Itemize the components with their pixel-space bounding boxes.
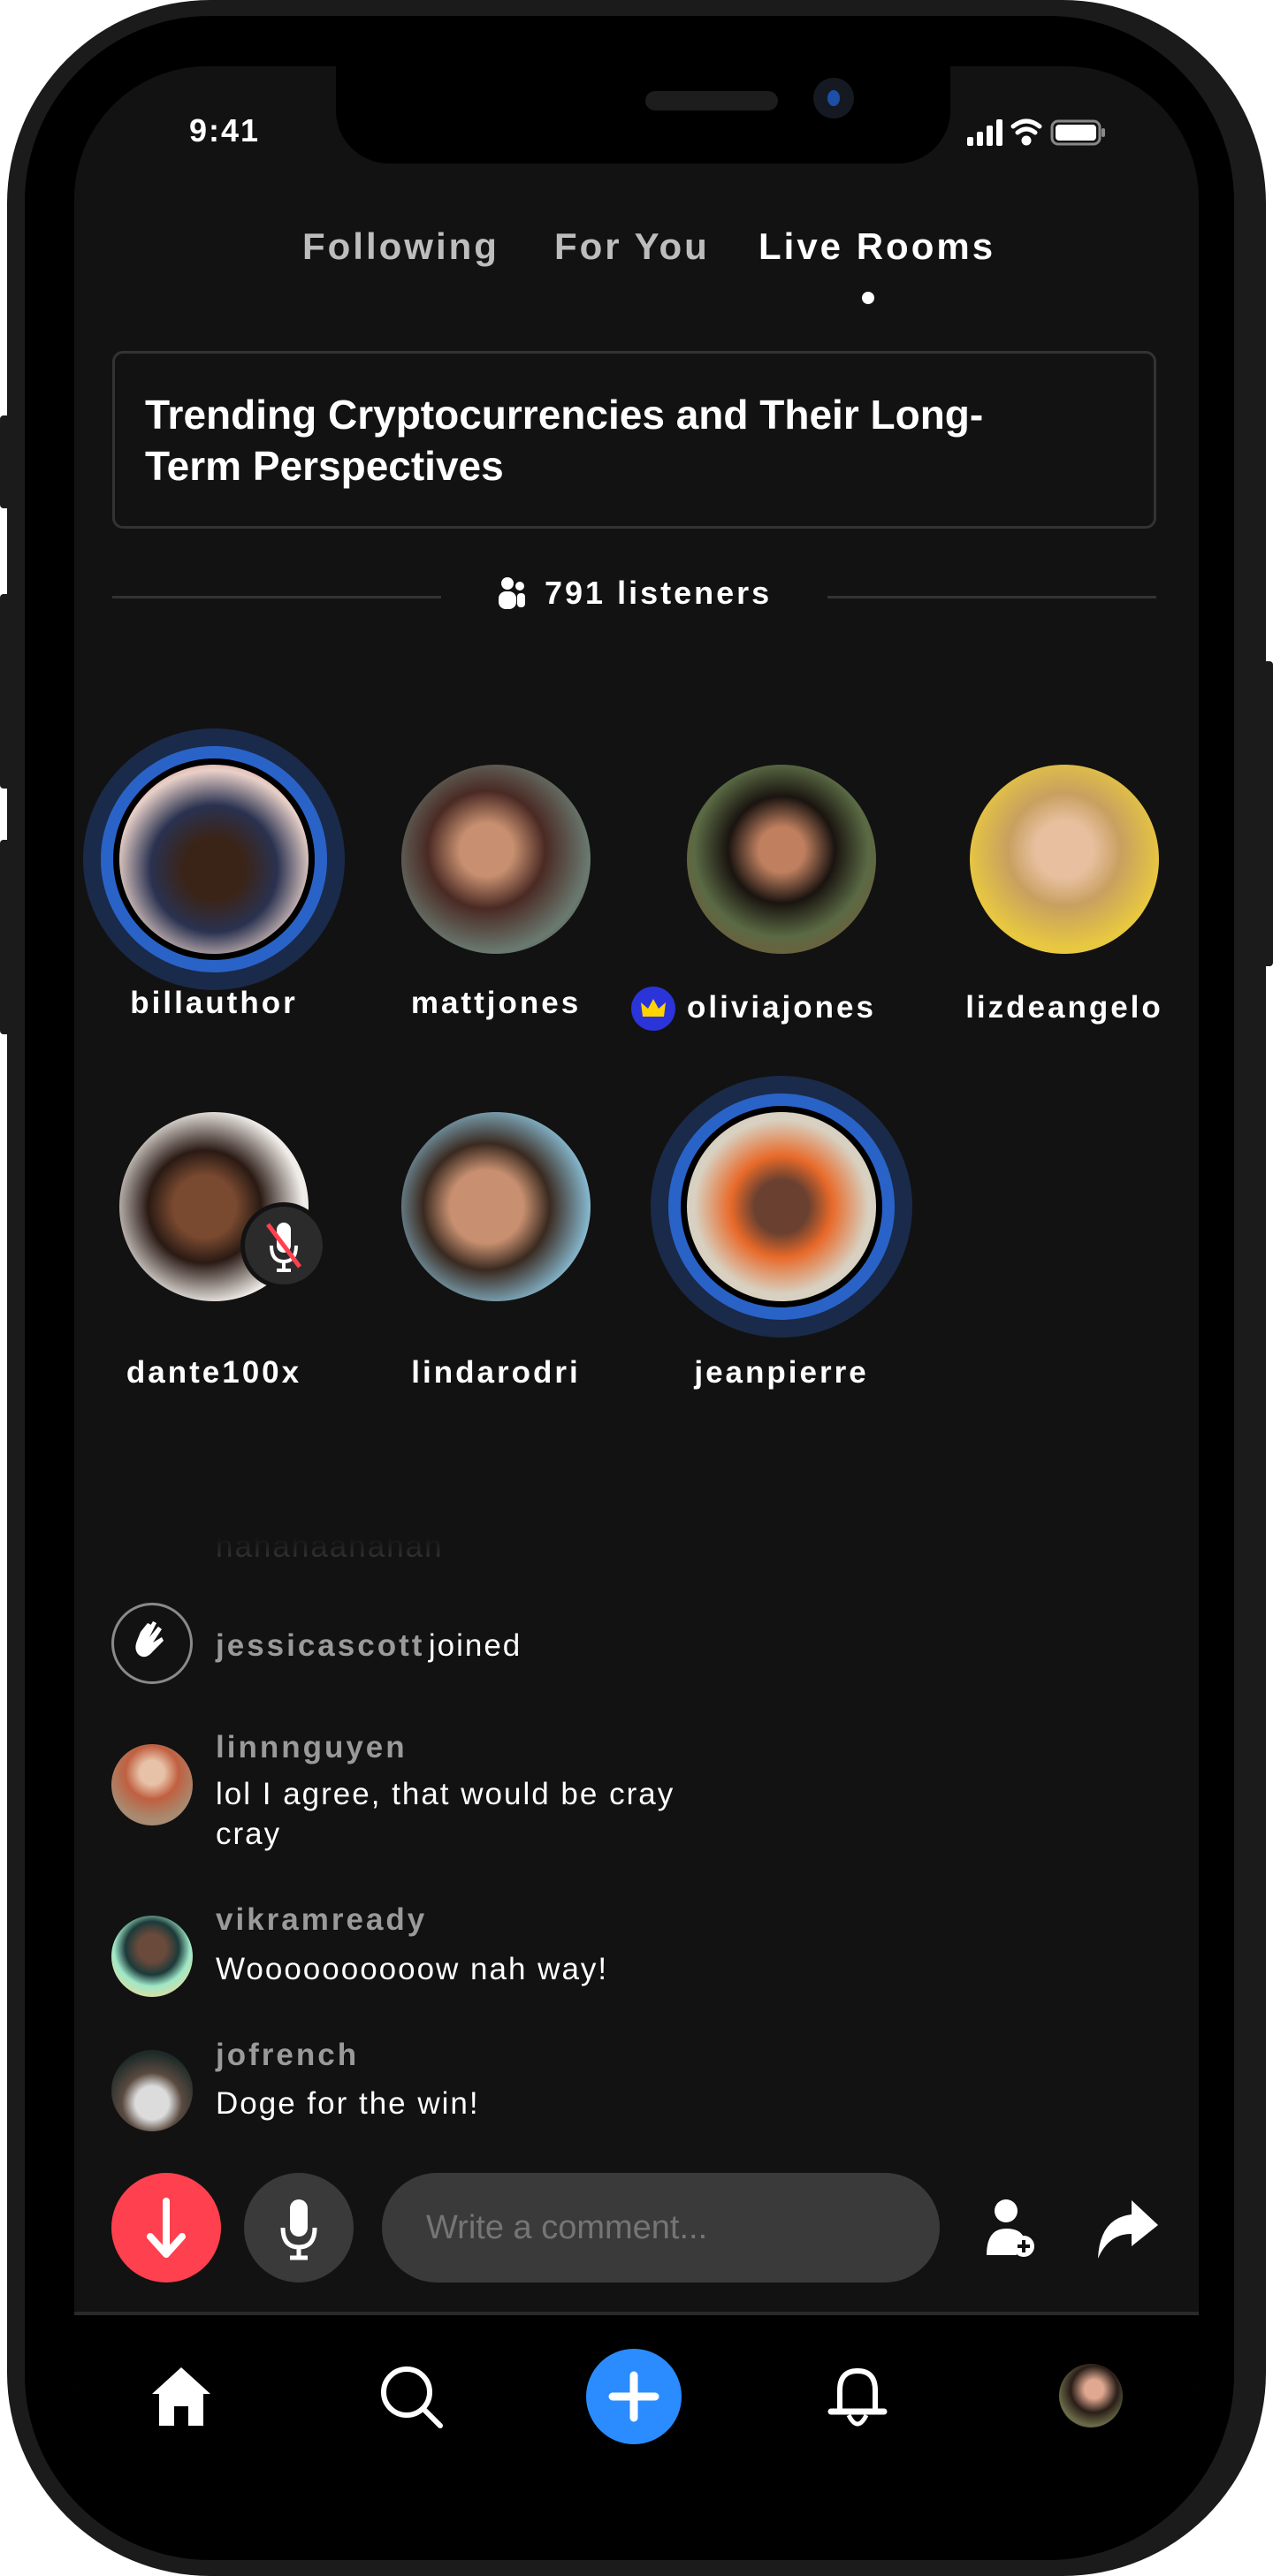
room-title: Trending Cryptocurrencies and Their Long… bbox=[145, 392, 984, 489]
listeners-icon bbox=[499, 577, 525, 609]
avatar[interactable] bbox=[687, 765, 876, 954]
chat-username[interactable]: linnnguyen bbox=[216, 1730, 408, 1765]
avatar-jofrench[interactable] bbox=[111, 2050, 193, 2131]
speaker-grille bbox=[645, 91, 778, 111]
room-title-card: Trending Cryptocurrencies and Their Long… bbox=[112, 351, 1156, 529]
status-icons bbox=[967, 118, 1105, 146]
create-room-button[interactable] bbox=[586, 2349, 682, 2444]
listeners-count: 791 listeners bbox=[545, 575, 773, 611]
chat-username[interactable]: vikramready bbox=[216, 1902, 427, 1938]
status-time: 9:41 bbox=[189, 112, 261, 149]
power-button bbox=[1261, 661, 1273, 966]
speaker-name: lizdeangelo bbox=[965, 990, 1163, 1025]
avatar[interactable] bbox=[970, 765, 1159, 954]
arrow-down-icon bbox=[147, 2198, 186, 2258]
battery-icon bbox=[1050, 119, 1105, 146]
volume-down-button bbox=[0, 840, 12, 1034]
active-tab-indicator bbox=[862, 292, 874, 304]
speaker-name: billauthor bbox=[130, 986, 298, 1020]
speaker-name: mattjones bbox=[410, 986, 582, 1020]
add-user-icon[interactable] bbox=[985, 2197, 1038, 2259]
wifi-icon bbox=[1010, 118, 1042, 146]
divider-right bbox=[827, 596, 1156, 598]
avatar[interactable] bbox=[687, 1112, 876, 1301]
speaker-name: jeanpierre bbox=[694, 1355, 869, 1390]
avatar-linnnguyen[interactable] bbox=[111, 1744, 193, 1825]
tab-live-rooms[interactable]: Live Rooms bbox=[758, 225, 995, 268]
speaker-name: dante100x bbox=[126, 1355, 302, 1390]
profile-avatar[interactable] bbox=[1059, 2364, 1123, 2427]
share-icon[interactable] bbox=[1094, 2197, 1160, 2260]
notch bbox=[336, 66, 950, 164]
microphone-button[interactable] bbox=[244, 2173, 354, 2283]
avatar[interactable] bbox=[401, 765, 591, 954]
leave-room-button[interactable] bbox=[111, 2173, 221, 2283]
notifications-icon[interactable] bbox=[824, 2364, 891, 2431]
chat-text: lol I agree, that would be cray cray bbox=[216, 1777, 675, 1851]
fade-mask bbox=[74, 1516, 1199, 1569]
wave-hand-icon bbox=[111, 1603, 193, 1684]
speaker-name: oliviajones bbox=[687, 990, 876, 1025]
crown-icon bbox=[631, 987, 675, 1031]
avatar[interactable] bbox=[119, 765, 309, 954]
search-icon[interactable] bbox=[378, 2364, 446, 2431]
screen: 9:41 Following For You Live Rooms Trendi… bbox=[74, 66, 1199, 2513]
divider-left bbox=[112, 596, 441, 598]
chat-text: Doge for the win! bbox=[216, 2086, 480, 2121]
chat-username[interactable]: jofrench bbox=[216, 2038, 359, 2073]
chat-item-join: jessicascott joined bbox=[216, 1626, 522, 1665]
tab-following[interactable]: Following bbox=[302, 225, 499, 268]
signal-icon bbox=[967, 119, 1002, 146]
silent-switch bbox=[0, 415, 12, 508]
home-icon[interactable] bbox=[149, 2364, 214, 2429]
speaker-name: lindarodri bbox=[411, 1355, 581, 1390]
chat-list: hahahaahahah jessicascott joined linnngu… bbox=[74, 1516, 1199, 2206]
chat-text: joined bbox=[428, 1628, 522, 1663]
tab-for-you[interactable]: For You bbox=[554, 225, 710, 268]
avatar-vikramready[interactable] bbox=[111, 1916, 193, 1997]
volume-up-button bbox=[0, 594, 12, 789]
bottom-nav bbox=[74, 2312, 1199, 2513]
chat-username[interactable]: jessicascott bbox=[216, 1628, 424, 1663]
mic-off-icon bbox=[266, 1223, 301, 1272]
camera bbox=[813, 78, 854, 118]
comment-input[interactable] bbox=[382, 2173, 940, 2283]
avatar[interactable] bbox=[401, 1112, 591, 1301]
plus-icon bbox=[608, 2371, 659, 2422]
muted-badge bbox=[240, 1202, 327, 1289]
microphone-icon bbox=[280, 2199, 317, 2260]
chat-text: Woooooooooow nah way! bbox=[216, 1952, 609, 1986]
